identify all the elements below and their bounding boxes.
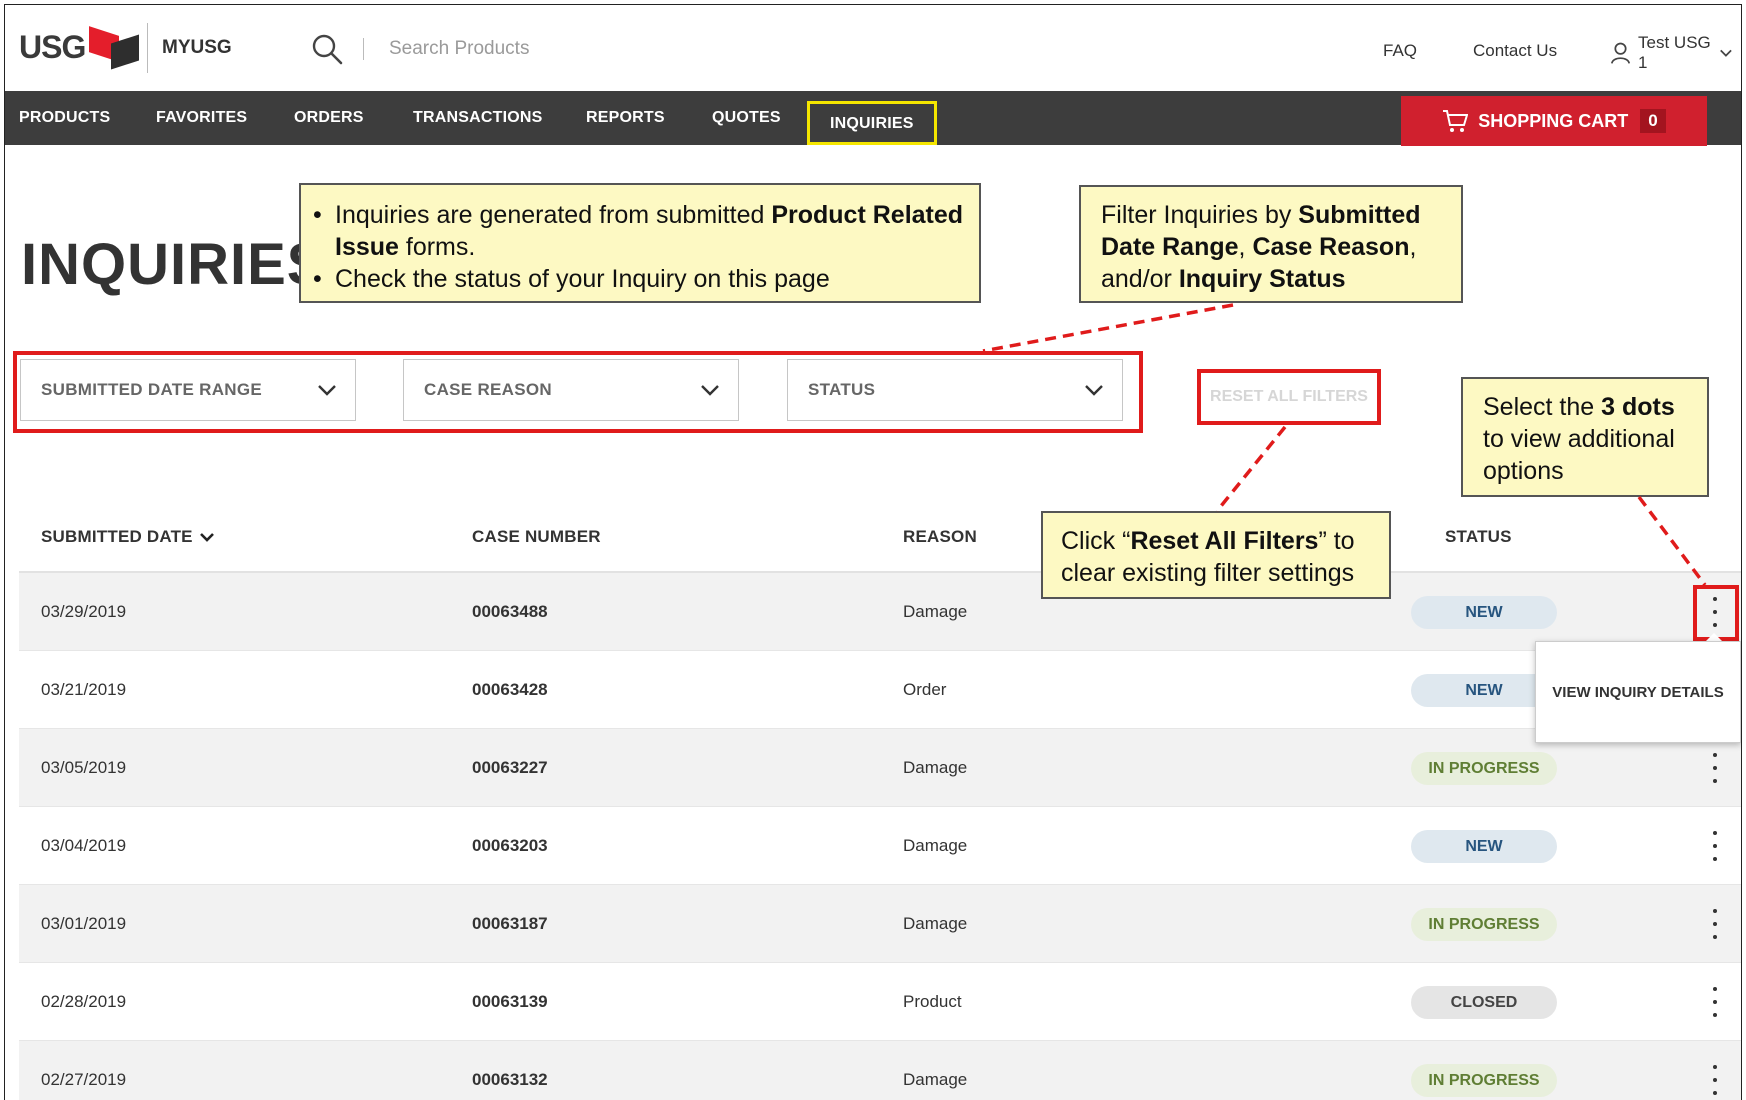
reset-connector <box>1215 425 1287 513</box>
logo-text: USG <box>19 28 86 65</box>
row-date: 03/05/2019 <box>41 758 127 777</box>
col-header-submitted-date-label: SUBMITTED DATE <box>41 527 193 546</box>
row-date: 03/04/2019 <box>41 836 127 855</box>
row-date: 03/01/2019 <box>41 914 127 933</box>
chevron-down-icon <box>1085 385 1103 396</box>
logo-divider <box>147 23 148 73</box>
status-label: STATUS <box>808 380 876 399</box>
table-row[interactable]: 02/27/2019 00063132 Damage IN PROGRESS <box>19 1041 1741 1100</box>
row-case-number[interactable]: 00063139 <box>472 963 548 1041</box>
intro-callout: Inquiries are generated from submitted P… <box>299 183 981 303</box>
main-nav: PRODUCTS FAVORITES ORDERS TRANSACTIONS R… <box>5 91 1741 146</box>
more-options-icon[interactable] <box>1709 753 1721 783</box>
reset-all-filters-button[interactable]: RESET ALL FILTERS <box>1197 369 1381 425</box>
status-dropdown[interactable]: STATUS <box>787 359 1123 421</box>
col-header-status: STATUS <box>1445 527 1512 546</box>
more-options-icon[interactable] <box>1709 909 1721 939</box>
faq-link[interactable]: FAQ <box>1383 41 1417 61</box>
col-header-reason: REASON <box>903 527 977 546</box>
case-reason-label: CASE REASON <box>424 380 552 399</box>
col-header-submitted-date[interactable]: SUBMITTED DATE <box>41 527 215 547</box>
row-reason: Damage <box>903 758 968 777</box>
row-actions-menu: VIEW INQUIRY DETAILS <box>1535 641 1741 743</box>
status-badge: NEW <box>1411 596 1557 629</box>
dots-callout: Select the 3 dots to view additional opt… <box>1461 377 1709 497</box>
cart-label: SHOPPING CART <box>1478 110 1629 131</box>
row-case-number[interactable]: 00063203 <box>472 807 548 885</box>
status-badge: NEW <box>1411 830 1557 863</box>
row-case-number[interactable]: 00063428 <box>472 651 548 729</box>
cart-count: 0 <box>1640 109 1666 133</box>
row-date: 02/28/2019 <box>41 992 127 1011</box>
nav-inquiries[interactable]: INQUIRIES <box>807 101 937 145</box>
contact-us-link[interactable]: Contact Us <box>1473 41 1557 61</box>
chevron-down-icon <box>1720 49 1732 57</box>
user-menu[interactable]: Test USG 1 <box>1611 33 1741 73</box>
row-reason: Damage <box>903 602 968 621</box>
status-badge: CLOSED <box>1411 986 1557 1019</box>
row-reason: Damage <box>903 1070 968 1089</box>
row-case-number[interactable]: 00063132 <box>472 1041 548 1100</box>
page-title: INQUIRIES <box>21 232 327 297</box>
nav-reports[interactable]: REPORTS <box>586 91 665 145</box>
chevron-down-icon <box>318 385 336 396</box>
search-icon[interactable] <box>311 33 343 65</box>
row-date: 02/27/2019 <box>41 1070 127 1089</box>
intro-bullet-1: Inquiries are generated from submitted P… <box>301 199 965 263</box>
table-row[interactable]: 03/29/2019 00063488 Damage NEW <box>19 573 1741 651</box>
nav-quotes[interactable]: QUOTES <box>712 91 781 145</box>
date-range-label: SUBMITTED DATE RANGE <box>41 380 263 399</box>
table-row[interactable]: 03/01/2019 00063187 Damage IN PROGRESS <box>19 885 1741 963</box>
table-row[interactable]: 03/04/2019 00063203 Damage NEW <box>19 807 1741 885</box>
shopping-cart-button[interactable]: SHOPPING CART 0 <box>1401 96 1707 146</box>
sort-desc-icon <box>199 533 214 542</box>
brand-label: MYUSG <box>162 37 232 58</box>
user-icon <box>1611 42 1631 64</box>
filter-connector <box>982 303 1234 353</box>
row-reason: Damage <box>903 914 968 933</box>
nav-favorites[interactable]: FAVORITES <box>156 91 247 145</box>
app-frame: USG MYUSG FAQ Contact Us Test USG 1 PROD… <box>4 4 1742 1100</box>
more-options-icon[interactable] <box>1709 831 1721 861</box>
row-date: 03/21/2019 <box>41 680 127 699</box>
status-badge: IN PROGRESS <box>1411 752 1557 785</box>
row-case-number[interactable]: 00063187 <box>472 885 548 963</box>
more-options-icon[interactable] <box>1709 987 1721 1017</box>
chevron-down-icon <box>701 385 719 396</box>
date-range-dropdown[interactable]: SUBMITTED DATE RANGE <box>20 359 356 421</box>
case-reason-dropdown[interactable]: CASE REASON <box>403 359 739 421</box>
intro-bullet-2: Check the status of your Inquiry on this… <box>301 263 965 295</box>
nav-orders[interactable]: ORDERS <box>294 91 364 145</box>
row-reason: Order <box>903 680 947 699</box>
search-input[interactable] <box>389 33 749 65</box>
row-case-number[interactable]: 00063488 <box>472 573 548 651</box>
status-badge: IN PROGRESS <box>1411 908 1557 941</box>
view-inquiry-details-option[interactable]: VIEW INQUIRY DETAILS <box>1552 684 1723 701</box>
col-header-case-number: CASE NUMBER <box>472 527 601 546</box>
usg-logo[interactable]: USG <box>19 26 143 70</box>
logo-mark-icon <box>89 26 143 70</box>
row-date: 03/29/2019 <box>41 602 127 621</box>
status-badge: IN PROGRESS <box>1411 1064 1557 1097</box>
reset-callout: Click “Reset All Filters” to clear exist… <box>1041 511 1391 599</box>
table-row[interactable]: 03/21/2019 00063428 Order NEW <box>19 651 1741 729</box>
nav-transactions[interactable]: TRANSACTIONS <box>413 91 543 145</box>
nav-products[interactable]: PRODUCTS <box>19 91 110 145</box>
row-case-number[interactable]: 00063227 <box>472 729 548 807</box>
filter-callout: Filter Inquiries by Submitted Date Range… <box>1079 185 1463 303</box>
cart-icon <box>1443 110 1469 132</box>
user-name: Test USG 1 <box>1638 33 1711 72</box>
row-reason: Product <box>903 992 962 1011</box>
top-header: USG MYUSG FAQ Contact Us Test USG 1 <box>5 5 1741 91</box>
more-options-icon[interactable] <box>1709 1065 1721 1095</box>
row-reason: Damage <box>903 836 968 855</box>
table-row[interactable]: 02/28/2019 00063139 Product CLOSED <box>19 963 1741 1041</box>
table-row[interactable]: 03/05/2019 00063227 Damage IN PROGRESS <box>19 729 1741 807</box>
search-separator <box>363 38 364 60</box>
